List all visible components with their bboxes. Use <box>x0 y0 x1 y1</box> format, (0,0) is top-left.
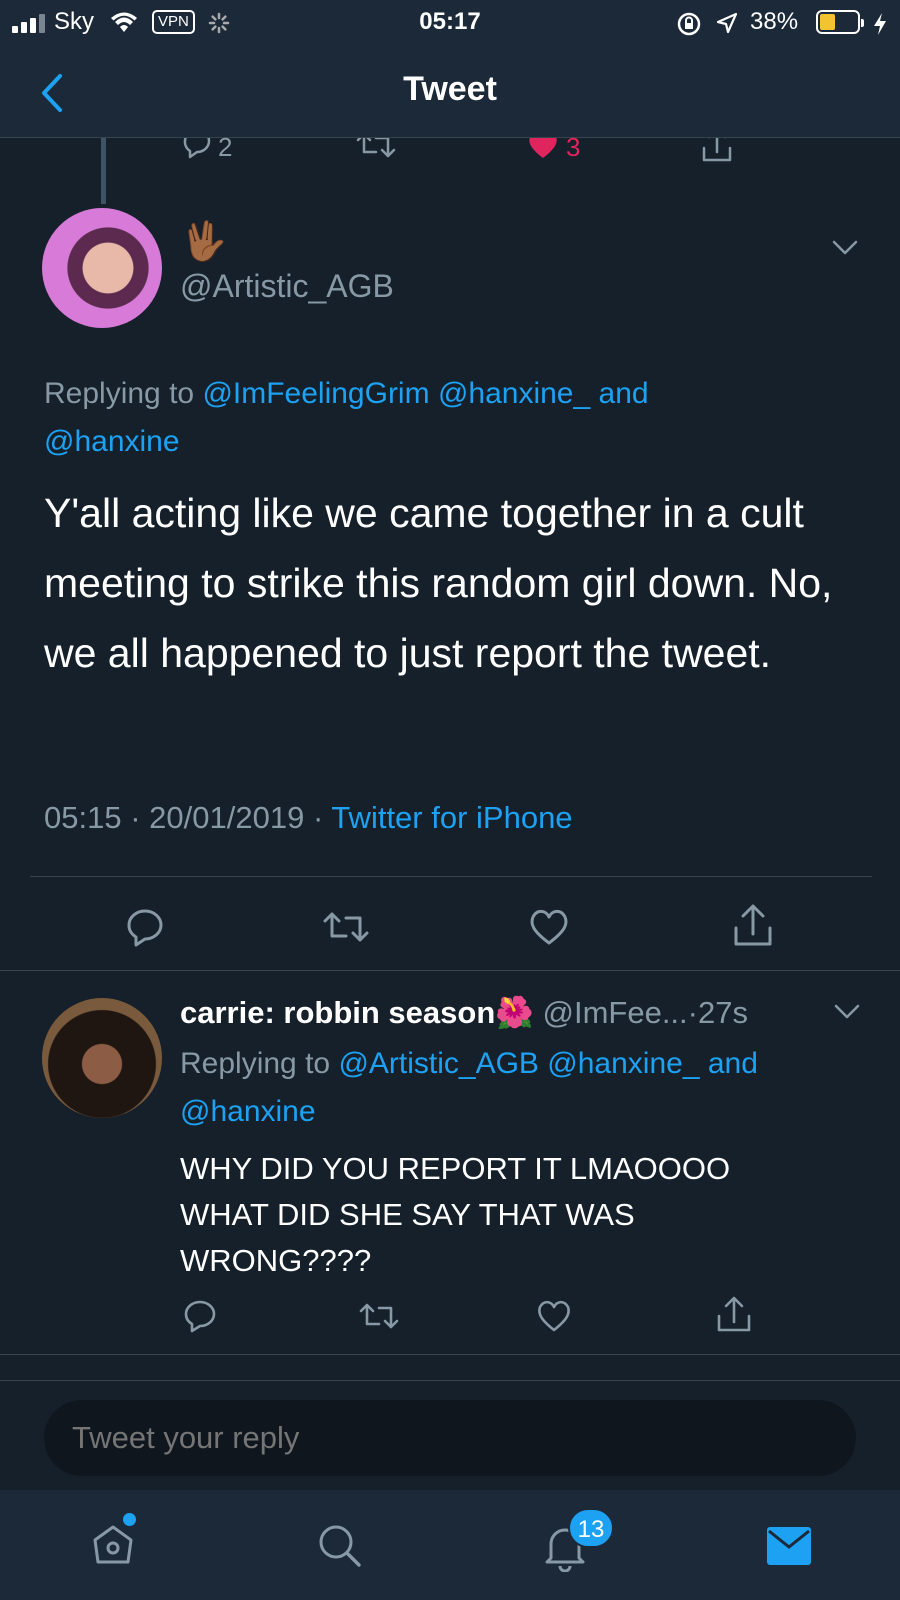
divider <box>0 1354 900 1355</box>
orientation-lock-icon <box>676 11 702 37</box>
status-bar: Sky VPN 05:17 38% <box>0 0 900 46</box>
replying-to: Replying to @Artistic_AGB @hanxine_ and … <box>180 1040 880 1136</box>
reply-input[interactable] <box>44 1400 856 1476</box>
user-handle[interactable]: @ImFee... <box>543 995 688 1030</box>
nav-header: Tweet <box>0 46 900 138</box>
and-others-link[interactable]: and <box>599 377 649 410</box>
reply-header: carrie: robbin season🌺 @ImFee...·27s <box>180 995 748 1030</box>
retweet-icon[interactable] <box>356 138 396 164</box>
display-name[interactable]: carrie: robbin season🌺 <box>180 995 534 1030</box>
chevron-down-icon[interactable] <box>834 1004 860 1020</box>
divider <box>0 970 900 971</box>
tweet-meta: 05:15 · 20/01/2019 · Twitter for iPhone <box>44 800 573 835</box>
battery-icon <box>816 10 864 34</box>
divider <box>30 876 872 877</box>
avatar[interactable] <box>42 998 162 1118</box>
thread-connector <box>101 138 106 204</box>
mention-link[interactable]: @hanxine_ <box>438 377 590 410</box>
chevron-down-icon[interactable] <box>832 240 858 256</box>
avatar[interactable] <box>42 208 162 328</box>
like-heart-icon[interactable] <box>528 906 570 948</box>
replying-prefix: Replying to <box>44 377 195 410</box>
home-unread-dot <box>123 1513 136 1526</box>
share-icon[interactable] <box>700 138 734 164</box>
share-icon[interactable] <box>716 1294 752 1334</box>
and-others-link[interactable]: and <box>708 1047 758 1080</box>
retweet-icon[interactable] <box>322 906 370 948</box>
like-count: 3 <box>566 132 581 162</box>
reply-icon[interactable] <box>182 1298 218 1334</box>
mention-link[interactable]: @Artistic_AGB <box>338 1047 539 1080</box>
reply-icon[interactable] <box>124 906 166 948</box>
like-heart-icon[interactable] <box>536 1298 572 1334</box>
user-handle[interactable]: @Artistic_AGB <box>180 268 394 305</box>
tweet-text: Y'all acting like we came together in a … <box>44 490 833 676</box>
tweet-text: WHY DID YOU REPORT IT LMAOOOO WHAT DID S… <box>180 1151 731 1278</box>
notifications-badge: 13 <box>568 1508 614 1548</box>
display-name-emoji: 🖖🏾 <box>180 221 228 263</box>
replying-to: Replying to @ImFeelingGrim @hanxine_ and… <box>44 370 864 466</box>
tweet-age: 27s <box>698 995 748 1030</box>
reply-count: 2 <box>218 132 233 162</box>
battery-percent: 38% <box>750 8 799 35</box>
charging-icon <box>872 12 888 36</box>
tweet-source-link[interactable]: Twitter for iPhone <box>331 800 572 835</box>
tweet-time: 05:15 <box>44 800 122 835</box>
mention-link[interactable]: @hanxine_ <box>547 1047 699 1080</box>
mention-link[interactable]: @hanxine <box>180 1095 316 1128</box>
reply-icon[interactable] <box>180 138 214 164</box>
tweet-date: 20/01/2019 <box>149 800 305 835</box>
retweet-icon[interactable] <box>358 1298 400 1334</box>
location-icon <box>716 12 738 34</box>
mention-link[interactable]: @hanxine <box>44 425 180 458</box>
share-icon[interactable] <box>732 902 774 948</box>
home-icon[interactable] <box>90 1522 136 1568</box>
page-title: Tweet <box>403 70 497 108</box>
replying-prefix: Replying to <box>180 1047 331 1080</box>
liked-heart-icon[interactable] <box>526 138 560 162</box>
search-icon[interactable] <box>316 1522 362 1568</box>
messages-icon[interactable] <box>766 1526 812 1566</box>
mention-link[interactable]: @ImFeelingGrim <box>202 377 429 410</box>
